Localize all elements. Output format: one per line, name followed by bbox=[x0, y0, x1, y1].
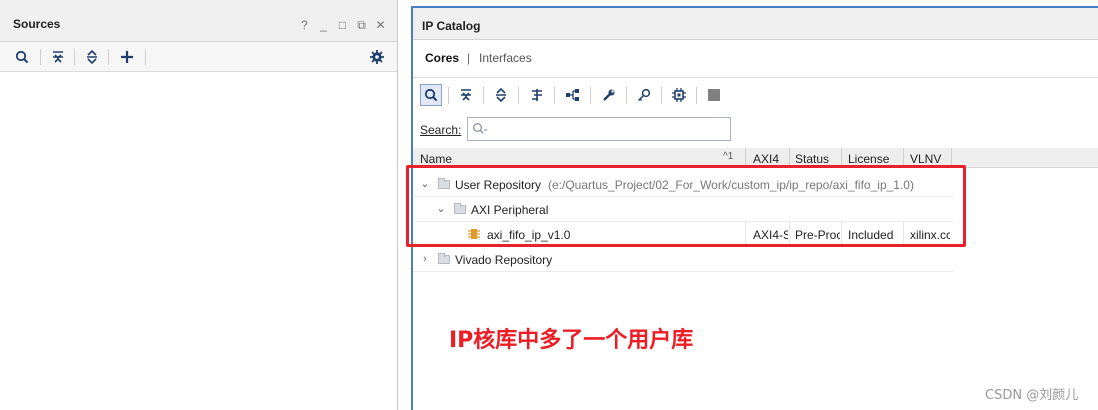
ip-catalog-tabs: Cores | Interfaces bbox=[413, 40, 1098, 78]
tab-divider: | bbox=[467, 51, 471, 65]
column-vlnv[interactable]: VLNV bbox=[910, 152, 941, 166]
window-controls: ? _ □ ⧉ ✕ bbox=[298, 18, 387, 32]
hierarchy-icon[interactable] bbox=[562, 84, 584, 106]
collapse-all-icon[interactable] bbox=[455, 84, 477, 106]
expand-all-icon[interactable] bbox=[490, 84, 512, 106]
search-row: Search: bbox=[413, 114, 1098, 144]
search-label: Search: bbox=[420, 123, 462, 137]
column-name[interactable]: Name bbox=[420, 152, 452, 166]
column-axi4[interactable]: AXI4 bbox=[753, 152, 779, 166]
folder-icon bbox=[438, 253, 450, 264]
sources-title-bar: Sources ? _ □ ⧉ ✕ bbox=[0, 0, 397, 42]
tree-row-vivado-repository[interactable]: › Vivado Repository bbox=[413, 247, 953, 272]
sources-title: Sources bbox=[13, 17, 61, 31]
sort-indicator: ^1 bbox=[723, 151, 734, 162]
watermark: CSDN @刘颜儿 bbox=[985, 388, 1079, 403]
stop-icon[interactable] bbox=[703, 84, 725, 106]
ip-catalog-title: IP Catalog bbox=[422, 19, 481, 33]
tab-interfaces[interactable]: Interfaces bbox=[479, 51, 532, 65]
collapse-all-icon[interactable] bbox=[48, 47, 68, 67]
sources-panel: Sources ? _ □ ⧉ ✕ bbox=[0, 0, 398, 410]
close-icon[interactable]: ✕ bbox=[374, 18, 387, 32]
chip-icon[interactable] bbox=[668, 84, 690, 106]
gear-icon[interactable] bbox=[367, 47, 387, 67]
float-icon[interactable]: ⧉ bbox=[355, 18, 368, 32]
ip-catalog-toolbar bbox=[413, 78, 1098, 112]
vivado-repository-label: Vivado Repository bbox=[455, 253, 553, 267]
annotation-text: IP核库中多了一个用户库 bbox=[449, 328, 694, 353]
maximize-icon[interactable]: □ bbox=[336, 18, 349, 32]
minimize-icon[interactable]: _ bbox=[317, 18, 330, 32]
search-icon[interactable] bbox=[420, 84, 442, 106]
sources-toolbar bbox=[0, 42, 397, 72]
column-status[interactable]: Status bbox=[795, 152, 829, 166]
expand-all-icon[interactable] bbox=[82, 47, 102, 67]
tab-cores[interactable]: Cores bbox=[425, 51, 459, 65]
filter-icon[interactable] bbox=[526, 84, 548, 106]
ip-catalog-title-bar: IP Catalog bbox=[413, 8, 1098, 40]
column-license[interactable]: License bbox=[848, 152, 889, 166]
highlight-box bbox=[406, 165, 966, 247]
search-icon[interactable] bbox=[12, 47, 32, 67]
search-box[interactable] bbox=[467, 117, 731, 141]
key-icon[interactable] bbox=[633, 84, 655, 106]
help-icon[interactable]: ? bbox=[298, 18, 311, 32]
search-input[interactable] bbox=[488, 120, 724, 138]
add-icon[interactable] bbox=[117, 47, 137, 67]
chevron-right-icon[interactable]: › bbox=[419, 253, 431, 265]
wrench-icon[interactable] bbox=[598, 84, 620, 106]
